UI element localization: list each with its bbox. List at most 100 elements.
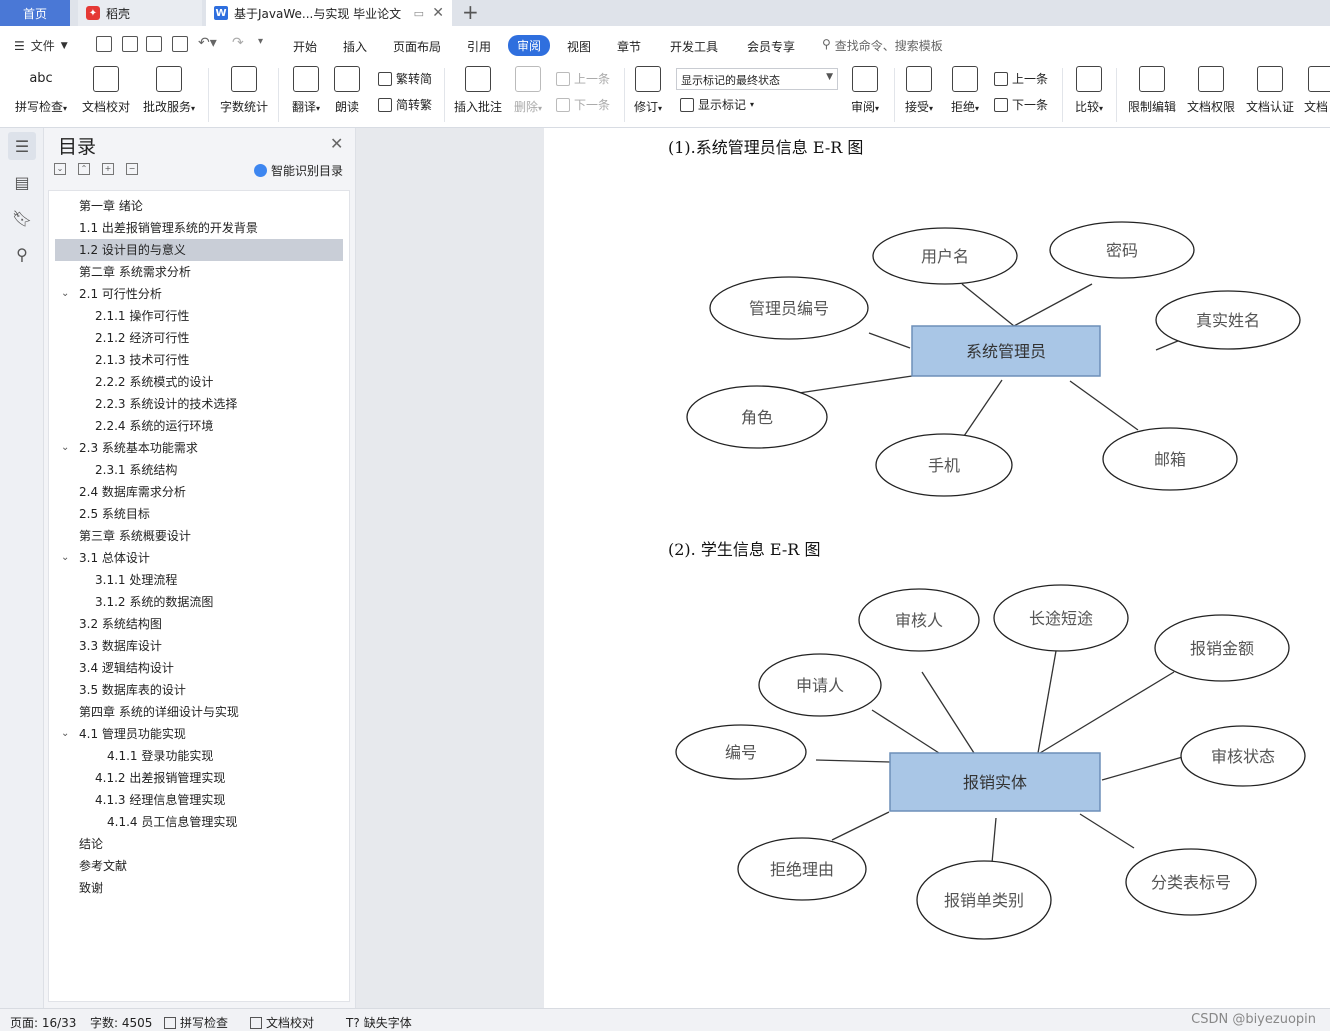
toc-item[interactable]: 2.5 系统目标	[55, 503, 343, 525]
new-tab-icon[interactable]: +	[462, 0, 479, 26]
prev-comment-button[interactable]: 上一条	[556, 70, 610, 87]
menu-view[interactable]: 视图	[567, 38, 591, 55]
menu-review[interactable]: 审阅	[508, 35, 551, 56]
menu-chapter[interactable]: 章节	[617, 38, 641, 55]
print-icon[interactable]	[146, 36, 162, 52]
undo-icon[interactable]: ↶▾	[198, 35, 217, 51]
monitor-icon[interactable]: ▭	[414, 7, 424, 20]
save-icon[interactable]	[96, 36, 112, 52]
toc-item[interactable]: 2.4 数据库需求分析	[55, 481, 343, 503]
bookmark-icon[interactable]: 🔖︎	[8, 204, 36, 232]
translate-button[interactable]: 翻译▾	[286, 66, 326, 115]
toc-item[interactable]: ⌄ 4.1 管理员功能实现	[55, 723, 343, 745]
toc-item[interactable]: 第三章 系统概要设计	[55, 525, 343, 547]
to-traditional-button[interactable]: 繁转简	[378, 70, 432, 87]
expand-up-icon[interactable]: ⌃	[78, 163, 90, 175]
toc-item[interactable]: ⌄ 2.1 可行性分析	[55, 283, 343, 305]
toc-item[interactable]: 3.2 系统结构图	[55, 613, 343, 635]
toc-item[interactable]: 致谢	[55, 877, 343, 899]
add-level-icon[interactable]: +	[102, 163, 114, 175]
to-simplified-button[interactable]: 简转繁	[378, 96, 432, 113]
menu-page-layout[interactable]: 页面布局	[393, 38, 441, 55]
word-count-status[interactable]: 字数: 4505	[90, 1014, 152, 1031]
tab-home[interactable]: 首页	[0, 0, 70, 26]
spellcheck-status[interactable]: 拼写检查	[164, 1014, 228, 1031]
toc-item[interactable]: 3.5 数据库表的设计	[55, 679, 343, 701]
remove-level-icon[interactable]: −	[126, 163, 138, 175]
smart-toc-button[interactable]: 智能识别目录	[254, 162, 343, 179]
collapse-all-icon[interactable]: ⌄	[54, 163, 66, 175]
toc-item[interactable]: 1.1 出差报销管理系统的开发背景	[55, 217, 343, 239]
expand-caret-icon[interactable]: ⌄	[61, 723, 69, 745]
doccheck-status[interactable]: 文档校对	[250, 1014, 314, 1031]
next-change-button[interactable]: 下一条	[994, 96, 1048, 113]
revise-service-button[interactable]: 批改服务▾	[138, 66, 200, 115]
toc-item[interactable]: 4.1.1 登录功能实现	[55, 745, 343, 767]
toc-item[interactable]: 2.3.1 系统结构	[55, 459, 343, 481]
document-page[interactable]: (1).系统管理员信息 E-R 图 (2). 学生信息 E-R 图 系统管理员用…	[544, 128, 1330, 1008]
insert-comment-button[interactable]: 插入批注	[452, 66, 504, 115]
menu-insert[interactable]: 插入	[343, 38, 367, 55]
spellcheck-button[interactable]: abc 拼写检查▾	[10, 66, 72, 115]
track-changes-button[interactable]: 修订▾	[630, 66, 666, 115]
redo-icon[interactable]: ↷	[232, 35, 244, 51]
menu-start[interactable]: 开始	[293, 38, 317, 55]
accept-button[interactable]: 接受▾	[900, 66, 938, 115]
toc-item[interactable]: 4.1.2 出差报销管理实现	[55, 767, 343, 789]
delete-comment-button[interactable]: 删除▾	[510, 66, 546, 115]
toc-item[interactable]: 1.2 设计目的与意义	[55, 239, 343, 261]
toc-item[interactable]: 结论	[55, 833, 343, 855]
toc-item[interactable]: 2.2.3 系统设计的技术选择	[55, 393, 343, 415]
menu-developer[interactable]: 开发工具	[670, 38, 718, 55]
close-icon[interactable]: ✕	[330, 134, 343, 153]
toc-item[interactable]: 2.1.2 经济可行性	[55, 327, 343, 349]
markup-state-select[interactable]: 显示标记的最终状态 ▼	[676, 68, 838, 90]
tab-daoke[interactable]: ✦ 稻壳	[78, 0, 202, 26]
toc-item[interactable]: 3.4 逻辑结构设计	[55, 657, 343, 679]
read-aloud-button[interactable]: 朗读	[330, 66, 364, 115]
doc-more-button[interactable]: 文档	[1304, 66, 1330, 115]
toc-item[interactable]: 第四章 系统的详细设计与实现	[55, 701, 343, 723]
missing-font-status[interactable]: T? 缺失字体	[346, 1014, 412, 1031]
expand-caret-icon[interactable]: ⌄	[61, 437, 69, 459]
expand-caret-icon[interactable]: ⌄	[61, 547, 69, 569]
toc-item[interactable]: 3.3 数据库设计	[55, 635, 343, 657]
show-markup-button[interactable]: 显示标记 ▾	[680, 96, 754, 113]
toc-item[interactable]: 4.1.3 经理信息管理实现	[55, 789, 343, 811]
toc-item[interactable]: 2.2.2 系统模式的设计	[55, 371, 343, 393]
chapter-nav-icon[interactable]: ▤	[8, 168, 36, 196]
print-preview-icon[interactable]	[172, 36, 188, 52]
doc-check-button[interactable]: 文档校对	[80, 66, 132, 115]
toc-item[interactable]: 2.1.3 技术可行性	[55, 349, 343, 371]
toc-item[interactable]: 3.1.1 处理流程	[55, 569, 343, 591]
tab-document[interactable]: W 基于JavaWe...与实现 毕业论文 ▭ ✕	[206, 0, 452, 26]
review-pane-button[interactable]: 审阅▾	[846, 66, 884, 115]
reject-button[interactable]: 拒绝▾	[946, 66, 984, 115]
toc-item[interactable]: 3.1.2 系统的数据流图	[55, 591, 343, 613]
compare-button[interactable]: 比较▾	[1070, 66, 1108, 115]
doc-permission-button[interactable]: 文档权限	[1184, 66, 1238, 115]
expand-caret-icon[interactable]: ⌄	[61, 283, 69, 305]
menu-references[interactable]: 引用	[467, 38, 491, 55]
toc-panel-icon[interactable]: ☰	[8, 132, 36, 160]
toc-item[interactable]: 2.2.4 系统的运行环境	[55, 415, 343, 437]
toc-item[interactable]: 2.1.1 操作可行性	[55, 305, 343, 327]
next-comment-button[interactable]: 下一条	[556, 96, 610, 113]
file-menu[interactable]: ☰ 文件 ▼	[14, 37, 68, 54]
prev-change-button[interactable]: 上一条	[994, 70, 1048, 87]
toc-item[interactable]: ⌄ 3.1 总体设计	[55, 547, 343, 569]
customize-toolbar-icon[interactable]: ▾	[258, 36, 263, 47]
menu-member[interactable]: 会员专享	[747, 38, 795, 55]
toc-item[interactable]: 4.1.4 员工信息管理实现	[55, 811, 343, 833]
close-tab-icon[interactable]: ✕	[432, 5, 444, 21]
toc-item[interactable]: 参考文献	[55, 855, 343, 877]
toc-item[interactable]: 第二章 系统需求分析	[55, 261, 343, 283]
restrict-edit-button[interactable]: 限制编辑	[1124, 66, 1180, 115]
page-indicator[interactable]: 页面: 16/33	[10, 1014, 76, 1031]
word-count-button[interactable]: 字数统计	[218, 66, 270, 115]
toc-item[interactable]: ⌄ 2.3 系统基本功能需求	[55, 437, 343, 459]
command-search[interactable]: ⚲ 查找命令、搜索模板	[822, 37, 943, 54]
search-icon[interactable]: ⚲	[8, 240, 36, 268]
export-pdf-icon[interactable]	[122, 36, 138, 52]
doc-cert-button[interactable]: 文档认证	[1242, 66, 1298, 115]
